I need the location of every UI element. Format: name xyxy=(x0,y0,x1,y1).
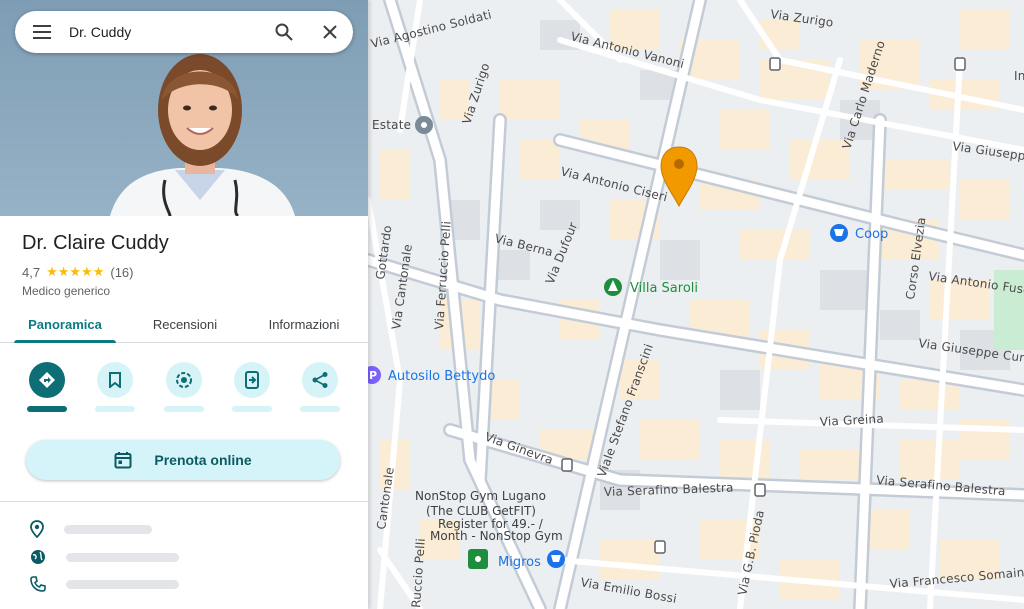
send-to-phone-button[interactable] xyxy=(232,362,272,418)
poi-gym-name: NonStop Gym Lugano xyxy=(415,489,546,503)
bus-stop-icon xyxy=(561,458,573,472)
review-count[interactable]: (16) xyxy=(110,265,133,280)
place-photo[interactable]: Dr. Cuddy xyxy=(0,0,368,216)
rating-value: 4,7 xyxy=(22,264,41,280)
website-row[interactable] xyxy=(30,547,190,567)
directions-button[interactable] xyxy=(27,362,67,418)
street-label: Inf xyxy=(1014,69,1024,83)
save-button[interactable] xyxy=(95,362,135,418)
poi-migros-label: Migros xyxy=(498,555,541,570)
poi-autosilo-label: Autosilo Bettydo xyxy=(388,369,495,384)
poi-villa-saroli[interactable]: Villa Saroli xyxy=(604,278,698,296)
search-box[interactable]: Dr. Cuddy xyxy=(15,11,353,53)
poi-estate-label: Estate xyxy=(372,118,411,132)
tab-reviews[interactable]: Recensioni xyxy=(130,306,240,342)
poi-coop-label: Coop xyxy=(855,227,888,242)
location-pin-icon xyxy=(30,520,44,538)
bookmark-icon xyxy=(109,372,121,388)
book-online-label: Prenota online xyxy=(154,452,252,468)
directions-icon xyxy=(39,372,55,388)
send-to-phone-icon xyxy=(245,371,259,389)
bus-stop-icon xyxy=(769,57,781,71)
address-placeholder xyxy=(64,524,152,534)
share-label-placeholder xyxy=(300,406,340,412)
tab-reviews-label: Recensioni xyxy=(152,316,218,332)
place-title: Dr. Claire Cuddy xyxy=(22,232,169,254)
tab-about[interactable]: Informazioni xyxy=(240,306,368,342)
calendar-icon xyxy=(114,452,132,469)
search-icon xyxy=(275,23,293,41)
rating-summary[interactable]: 4,7 ★★★★★ (16) xyxy=(22,264,133,280)
tab-overview-label: Panoramica xyxy=(28,316,102,332)
save-label-placeholder xyxy=(95,406,135,412)
tab-overview[interactable]: Panoramica xyxy=(0,306,130,343)
nearby-button[interactable] xyxy=(164,362,204,418)
directions-label-placeholder xyxy=(27,406,67,412)
send-to-phone-label-placeholder xyxy=(232,406,272,412)
poi-coop[interactable]: Coop xyxy=(830,224,888,242)
action-buttons xyxy=(0,362,368,418)
svg-text:P: P xyxy=(369,369,377,382)
bus-stop-icon xyxy=(654,540,666,554)
globe-icon xyxy=(31,550,45,564)
bus-stop-icon xyxy=(954,57,966,71)
search-button[interactable] xyxy=(261,11,307,53)
poi-gym-subname: (The CLUB GetFIT) xyxy=(426,504,536,518)
place-category[interactable]: Medico generico xyxy=(22,284,110,298)
tab-about-label: Informazioni xyxy=(268,316,340,332)
phone-icon xyxy=(30,576,46,592)
bus-stop-icon xyxy=(754,483,766,497)
poi-gym-promo-2: Month - NonStop Gym xyxy=(430,529,563,543)
poi-estate[interactable]: Estate xyxy=(372,116,433,134)
place-panel: Dr. Cuddy Dr. Claire Cuddy 4,7 ★★★★★ (16… xyxy=(0,0,368,609)
hamburger-icon xyxy=(33,25,51,39)
search-input[interactable]: Dr. Cuddy xyxy=(69,24,261,40)
rating-stars: ★★★★★ xyxy=(46,264,105,279)
nearby-label-placeholder xyxy=(164,406,204,412)
close-icon xyxy=(323,25,337,39)
place-tabs: Panoramica Recensioni Informazioni xyxy=(0,306,368,343)
section-divider xyxy=(0,501,368,502)
share-icon xyxy=(312,372,328,388)
book-online-button[interactable]: Prenota online xyxy=(26,440,340,480)
poi-villa-saroli-label: Villa Saroli xyxy=(630,281,698,296)
nearby-icon xyxy=(176,372,192,388)
phone-row[interactable] xyxy=(30,574,190,594)
address-row[interactable] xyxy=(30,519,190,539)
clear-search-button[interactable] xyxy=(307,11,353,53)
menu-button[interactable] xyxy=(15,11,69,53)
website-placeholder xyxy=(66,552,179,562)
active-tab-indicator xyxy=(14,340,116,343)
share-button[interactable] xyxy=(300,362,340,418)
phone-placeholder xyxy=(66,579,179,589)
